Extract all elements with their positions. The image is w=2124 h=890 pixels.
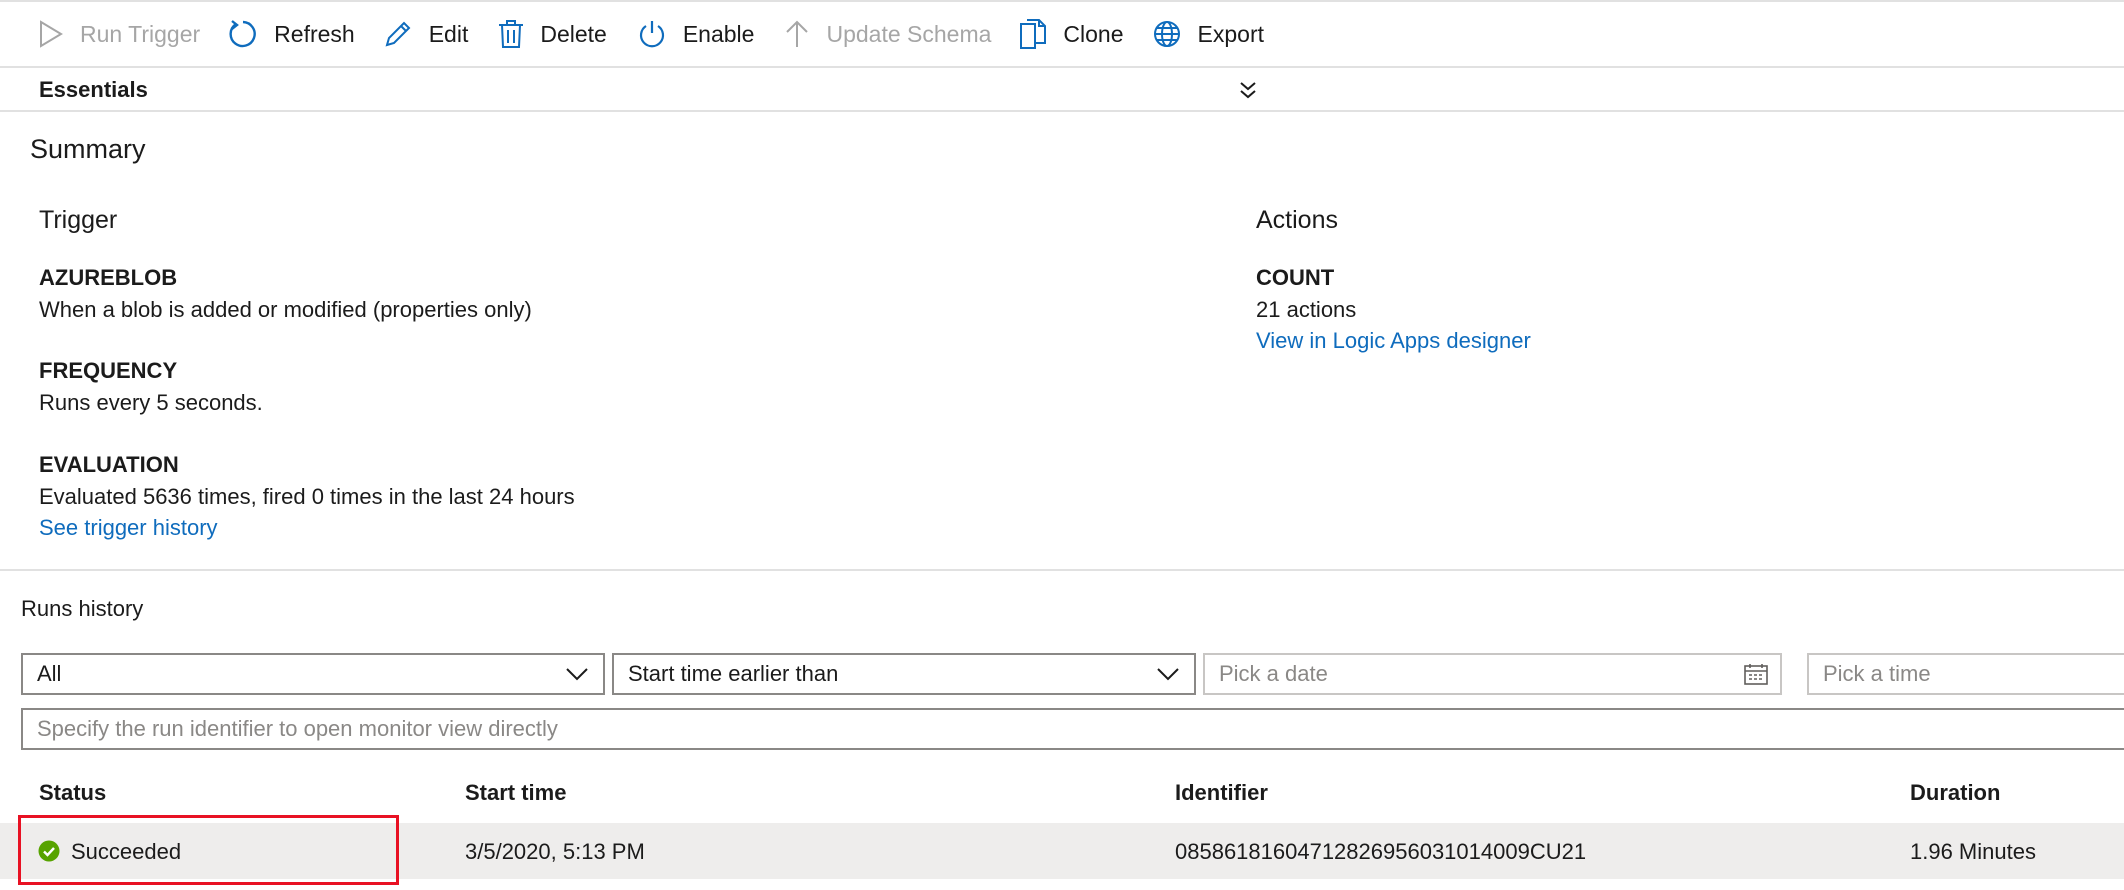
- delete-label: Delete: [540, 20, 607, 47]
- column-header-status[interactable]: Status: [39, 780, 106, 806]
- summary-title: Summary: [30, 134, 146, 164]
- export-label: Export: [1197, 20, 1264, 47]
- count-label: COUNT: [1256, 265, 1335, 290]
- refresh-label: Refresh: [274, 20, 355, 47]
- run-start-time: 3/5/2020, 5:13 PM: [465, 839, 645, 864]
- count-value: 21 actions: [1256, 297, 1357, 322]
- pencil-icon: [385, 21, 411, 47]
- refresh-button[interactable]: Refresh: [228, 2, 355, 66]
- export-button[interactable]: Export: [1152, 2, 1264, 66]
- clone-label: Clone: [1063, 20, 1124, 47]
- time-filter-dropdown[interactable]: Start time earlier than: [612, 653, 1196, 695]
- run-identifier: 08586181604712826956031014009CU21: [1175, 839, 1587, 864]
- trash-icon: [499, 20, 524, 48]
- section-divider: [0, 569, 2124, 571]
- runs-history-title: Runs history: [21, 596, 144, 621]
- column-header-start-time[interactable]: Start time: [465, 780, 566, 806]
- trigger-type-label: AZUREBLOB: [39, 265, 178, 290]
- calendar-icon[interactable]: [1744, 663, 1768, 685]
- time-picker-placeholder: Pick a time: [1823, 661, 1931, 686]
- clone-button[interactable]: Clone: [1019, 2, 1124, 66]
- evaluation-label: EVALUATION: [39, 452, 179, 477]
- trigger-heading: Trigger: [39, 206, 118, 234]
- status-highlight-box: [18, 815, 399, 885]
- date-picker-input[interactable]: Pick a date: [1203, 653, 1782, 695]
- column-header-duration[interactable]: Duration: [1910, 780, 2000, 806]
- time-filter-value: Start time earlier than: [628, 661, 839, 686]
- essentials-bar[interactable]: Essentials: [0, 68, 2124, 112]
- logic-apps-designer-link[interactable]: View in Logic Apps designer: [1256, 328, 1531, 354]
- status-filter-value: All: [37, 661, 62, 686]
- enable-button[interactable]: Enable: [637, 2, 755, 66]
- copy-icon: [1020, 19, 1047, 49]
- run-duration: 1.96 Minutes: [1910, 839, 2036, 864]
- arrow-up-icon: [786, 20, 809, 47]
- edit-button[interactable]: Edit: [383, 2, 469, 66]
- globe-icon: [1153, 21, 1180, 47]
- essentials-title: Essentials: [39, 77, 148, 102]
- run-trigger-button[interactable]: Run Trigger: [38, 2, 200, 66]
- update-schema-button[interactable]: Update Schema: [784, 2, 991, 66]
- column-header-identifier[interactable]: Identifier: [1175, 780, 1268, 806]
- power-icon: [639, 21, 664, 48]
- actions-heading: Actions: [1256, 206, 1338, 234]
- enable-label: Enable: [682, 20, 755, 47]
- chevron-down-icon: [1157, 668, 1179, 681]
- trigger-history-link[interactable]: See trigger history: [39, 515, 218, 541]
- play-icon: [40, 20, 63, 48]
- run-trigger-label: Run Trigger: [80, 20, 201, 47]
- double-chevron-down-icon[interactable]: [1238, 81, 1258, 99]
- delete-button[interactable]: Delete: [498, 2, 607, 66]
- date-picker-placeholder: Pick a date: [1219, 661, 1328, 686]
- frequency-value: Runs every 5 seconds.: [39, 390, 263, 415]
- evaluation-value: Evaluated 5636 times, fired 0 times in t…: [39, 484, 575, 509]
- run-identifier-placeholder: Specify the run identifier to open monit…: [37, 716, 558, 741]
- status-filter-dropdown[interactable]: All: [21, 653, 605, 695]
- update-schema-label: Update Schema: [826, 20, 992, 47]
- time-picker-input[interactable]: Pick a time: [1807, 653, 2124, 695]
- run-identifier-input[interactable]: Specify the run identifier to open monit…: [21, 708, 2124, 750]
- command-bar: Run Trigger Refresh Edit Delete Enable U…: [0, 0, 2124, 68]
- edit-label: Edit: [428, 20, 469, 47]
- refresh-icon: [229, 20, 256, 48]
- trigger-type-value: When a blob is added or modified (proper…: [39, 297, 532, 322]
- chevron-down-icon: [566, 668, 588, 681]
- frequency-label: FREQUENCY: [39, 358, 178, 383]
